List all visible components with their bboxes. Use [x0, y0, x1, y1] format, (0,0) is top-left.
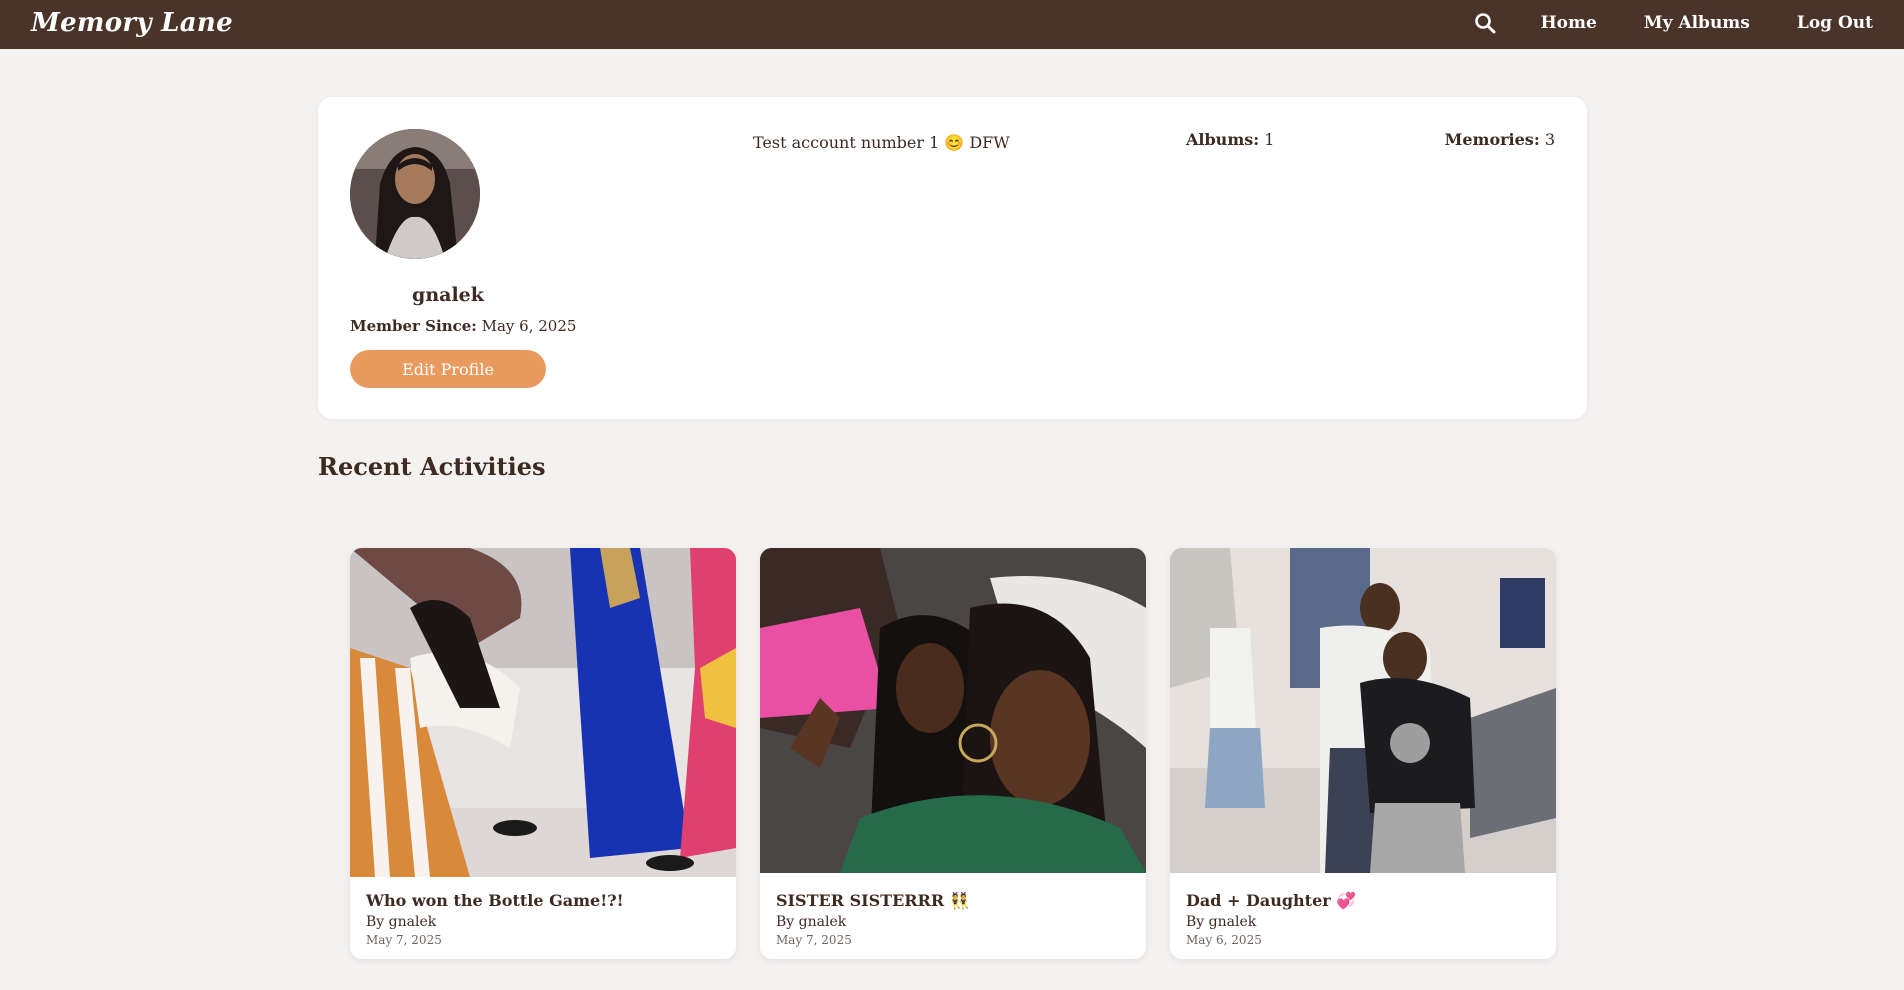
albums-count: 1	[1264, 130, 1275, 149]
memory-title[interactable]: SISTER SISTERRR 👯	[776, 891, 1130, 910]
memories-stat: Memories: 3	[1445, 130, 1555, 149]
member-since-value: May 6, 2025	[481, 317, 577, 335]
memory-photo	[760, 548, 1146, 873]
profile-bio: Test account number 1 😊 DFW	[753, 133, 1010, 152]
memory-date: May 7, 2025	[776, 933, 852, 947]
memory-date: May 7, 2025	[366, 933, 442, 947]
memory-author: By gnalek	[1186, 914, 1257, 930]
edit-profile-button[interactable]: Edit Profile	[350, 350, 546, 388]
recent-activities-heading: Recent Activities	[318, 452, 546, 481]
nav-links: Home My Albums Log Out	[1473, 13, 1873, 37]
member-since-label: Member Since:	[350, 317, 477, 335]
memories-label: Memories:	[1444, 130, 1540, 149]
nav-home-link[interactable]: Home	[1541, 13, 1597, 33]
avatar	[350, 129, 480, 259]
memory-card[interactable]: SISTER SISTERRR 👯 By gnalek May 7, 2025	[760, 548, 1146, 959]
memory-card-body: SISTER SISTERRR 👯 By gnalek May 7, 2025	[776, 891, 1130, 947]
memory-title[interactable]: Who won the Bottle Game!?!	[366, 891, 720, 910]
memory-card[interactable]: Dad + Daughter 💞 By gnalek May 6, 2025	[1170, 548, 1556, 959]
memory-photo	[350, 548, 736, 877]
memory-card-body: Dad + Daughter 💞 By gnalek May 6, 2025	[1186, 891, 1540, 947]
albums-stat: Albums: 1	[1186, 130, 1274, 149]
memory-card[interactable]: Who won the Bottle Game!?! By gnalek May…	[350, 548, 736, 959]
top-navbar: Memory Lane Home My Albums Log Out	[0, 0, 1904, 49]
memory-date: May 6, 2025	[1186, 933, 1262, 947]
albums-label: Albums:	[1186, 130, 1260, 149]
memory-photo	[1170, 548, 1556, 873]
profile-card: gnalek Member Since: May 6, 2025 Edit Pr…	[318, 97, 1587, 419]
memories-count: 3	[1544, 130, 1555, 149]
brand-logo[interactable]: Memory Lane	[31, 8, 233, 38]
memory-title[interactable]: Dad + Daughter 💞	[1186, 891, 1540, 910]
avatar-photo	[350, 129, 480, 259]
nav-my-albums-link[interactable]: My Albums	[1644, 13, 1750, 33]
memory-author: By gnalek	[366, 914, 437, 930]
profile-username: gnalek	[412, 284, 484, 306]
memory-card-body: Who won the Bottle Game!?! By gnalek May…	[366, 891, 720, 947]
nav-log-out-link[interactable]: Log Out	[1797, 13, 1873, 33]
memory-author: By gnalek	[776, 914, 847, 930]
member-since: Member Since: May 6, 2025	[350, 317, 576, 335]
search-icon[interactable]	[1473, 11, 1497, 35]
recent-activities-list: Who won the Bottle Game!?! By gnalek May…	[350, 548, 1556, 959]
